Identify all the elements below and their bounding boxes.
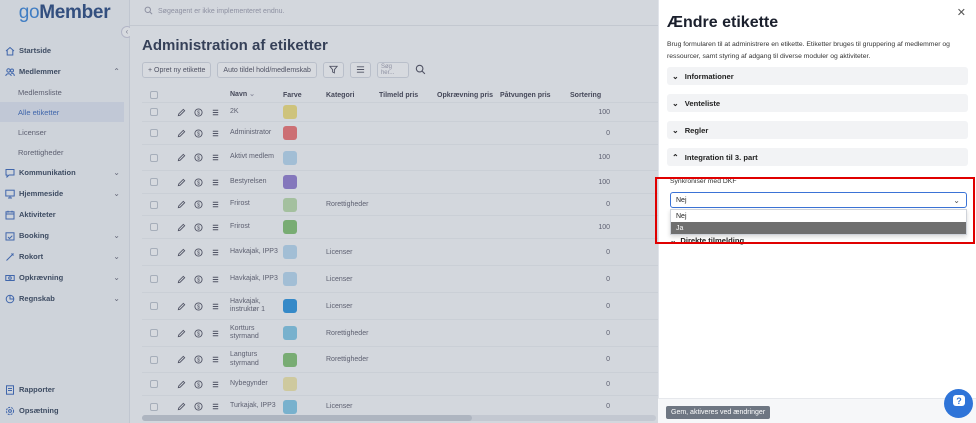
panel-description: Brug formularen til at administrere en e… bbox=[667, 41, 950, 60]
select-value: Nej bbox=[676, 196, 687, 204]
modal-backdrop[interactable] bbox=[0, 0, 658, 423]
chevron-down-icon: ⌄ bbox=[670, 236, 677, 245]
section-label: Informationer bbox=[684, 71, 734, 81]
section-label: Venteliste bbox=[684, 98, 721, 108]
svg-text:?: ? bbox=[956, 396, 962, 406]
sync-dkf-label: Synkronisér med DKF bbox=[670, 178, 737, 185]
section-direkte-tilmelding[interactable]: ⌄ Direkte tilmelding bbox=[670, 236, 744, 245]
section-regler[interactable]: ⌄ Regler bbox=[667, 121, 968, 139]
save-button[interactable]: Gem, aktiveres ved ændringer bbox=[666, 406, 771, 419]
sync-dkf-select[interactable]: Nej ⌄ bbox=[670, 192, 967, 208]
help-button[interactable]: ? bbox=[944, 389, 973, 418]
option-nej[interactable]: Nej bbox=[671, 210, 966, 222]
section-label: Integration til 3. part bbox=[684, 152, 758, 162]
panel-footer: Gem, aktiveres ved ændringer bbox=[658, 398, 976, 423]
section-integration[interactable]: ⌃ Integration til 3. part bbox=[667, 148, 968, 166]
close-icon[interactable]: ✕ bbox=[957, 6, 966, 19]
chevron-down-icon: ⌄ bbox=[672, 98, 679, 108]
chevron-down-icon: ⌄ bbox=[672, 71, 679, 81]
help-chat-icon: ? bbox=[951, 393, 967, 414]
sync-dkf-dropdown: Nej Ja bbox=[670, 209, 967, 235]
panel-title: Ændre etikette bbox=[667, 14, 779, 31]
edit-label-panel: ✕ Ændre etikette Brug formularen til at … bbox=[658, 0, 976, 423]
section-informationer[interactable]: ⌄ Informationer bbox=[667, 67, 968, 85]
section-venteliste[interactable]: ⌄ Venteliste bbox=[667, 94, 968, 112]
chevron-up-icon: ⌃ bbox=[672, 152, 679, 162]
option-ja[interactable]: Ja bbox=[671, 222, 966, 234]
chevron-down-icon: ⌄ bbox=[953, 196, 960, 205]
section-label: Regler bbox=[684, 125, 709, 135]
section-label: Direkte tilmelding bbox=[680, 236, 745, 245]
chevron-down-icon: ⌄ bbox=[672, 125, 679, 135]
